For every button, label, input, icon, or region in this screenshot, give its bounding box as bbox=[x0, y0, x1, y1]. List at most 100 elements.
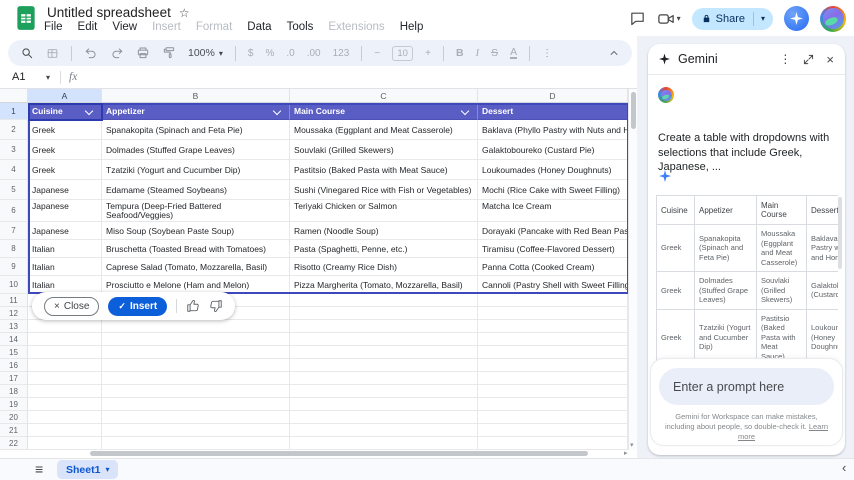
cell-A8[interactable]: Italian bbox=[28, 240, 102, 258]
more-formats-button[interactable]: 123 bbox=[333, 48, 350, 59]
header-cell-appetizer[interactable]: Appetizer bbox=[102, 103, 290, 120]
cell-D13[interactable] bbox=[478, 320, 628, 333]
row-header-18[interactable]: 18 bbox=[0, 385, 28, 398]
cell-B8[interactable]: Bruschetta (Toasted Bread with Tomatoes) bbox=[102, 240, 290, 258]
cell-A18[interactable] bbox=[28, 385, 102, 398]
cell-C13[interactable] bbox=[290, 320, 478, 333]
cell-D14[interactable] bbox=[478, 333, 628, 346]
cell-A14[interactable] bbox=[28, 333, 102, 346]
header-cell-main-course[interactable]: Main Course bbox=[290, 103, 478, 120]
cell-D21[interactable] bbox=[478, 424, 628, 437]
cell-B22[interactable] bbox=[102, 437, 290, 450]
cell-B6[interactable]: Tempura (Deep-Fried Battered Seafood/Veg… bbox=[102, 200, 290, 222]
menu-extensions[interactable]: Extensions bbox=[328, 21, 384, 33]
cell-B13[interactable] bbox=[102, 320, 290, 333]
menu-edit[interactable]: Edit bbox=[78, 21, 98, 33]
gemini-button[interactable] bbox=[784, 6, 809, 31]
cell-C19[interactable] bbox=[290, 398, 478, 411]
hide-menus-icon[interactable] bbox=[608, 47, 620, 59]
header-cell-cuisine[interactable]: Cuisine bbox=[28, 103, 102, 120]
cell-A22[interactable] bbox=[28, 437, 102, 450]
cell-A7[interactable]: Japanese bbox=[28, 222, 102, 240]
collapse-side-panel-icon[interactable]: ‹ bbox=[842, 460, 846, 475]
row-header-22[interactable]: 22 bbox=[0, 437, 28, 450]
dropdown-chevron-icon[interactable] bbox=[461, 107, 469, 115]
decrease-font-size-button[interactable]: − bbox=[374, 48, 380, 59]
prompt-input[interactable] bbox=[673, 380, 820, 394]
row-header-20[interactable]: 20 bbox=[0, 411, 28, 424]
cell-D11[interactable] bbox=[478, 294, 628, 307]
decrease-decimal-button[interactable]: .0 bbox=[286, 48, 294, 59]
zoom-control[interactable]: 100% ▾ bbox=[188, 47, 223, 59]
row-header-10[interactable]: 10 bbox=[0, 276, 28, 294]
print-icon[interactable] bbox=[136, 46, 150, 60]
cell-A17[interactable] bbox=[28, 372, 102, 385]
row-header-1[interactable]: 1 bbox=[0, 103, 28, 120]
cell-D10[interactable]: Cannoli (Pastry Shell with Sweet Filling… bbox=[478, 276, 628, 294]
cell-A6[interactable]: Japanese bbox=[28, 200, 102, 222]
cell-B19[interactable] bbox=[102, 398, 290, 411]
all-sheets-icon[interactable]: ≡ bbox=[35, 461, 43, 477]
cell-B16[interactable] bbox=[102, 359, 290, 372]
menu-data[interactable]: Data bbox=[247, 21, 271, 33]
header-cell-dessert[interactable]: Dessert bbox=[478, 103, 628, 120]
profile-avatar[interactable] bbox=[820, 6, 846, 32]
cell-D3[interactable]: Galaktoboureko (Custard Pie) bbox=[478, 140, 628, 160]
format-percent-button[interactable]: % bbox=[265, 48, 274, 59]
cell-C4[interactable]: Pastitsio (Baked Pasta with Meat Sauce) bbox=[290, 160, 478, 180]
scroll-down-arrow[interactable]: ▾ bbox=[630, 441, 634, 449]
italic-button[interactable]: I bbox=[476, 48, 480, 59]
row-header-11[interactable]: 11 bbox=[0, 294, 28, 307]
cell-C16[interactable] bbox=[290, 359, 478, 372]
cell-B2[interactable]: Spanakopita (Spinach and Feta Pie) bbox=[102, 120, 290, 140]
menu-file[interactable]: File bbox=[44, 21, 63, 33]
cell-D16[interactable] bbox=[478, 359, 628, 372]
cell-B4[interactable]: Tzatziki (Yogurt and Cucumber Dip) bbox=[102, 160, 290, 180]
column-header-B[interactable]: B bbox=[102, 89, 290, 103]
cell-C17[interactable] bbox=[290, 372, 478, 385]
row-header-15[interactable]: 15 bbox=[0, 346, 28, 359]
cell-C11[interactable] bbox=[290, 294, 478, 307]
row-header-2[interactable]: 2 bbox=[0, 120, 28, 140]
cell-B9[interactable]: Caprese Salad (Tomato, Mozzarella, Basil… bbox=[102, 258, 290, 276]
cell-D20[interactable] bbox=[478, 411, 628, 424]
row-header-14[interactable]: 14 bbox=[0, 333, 28, 346]
menu-help[interactable]: Help bbox=[400, 21, 424, 33]
cell-A2[interactable]: Greek bbox=[28, 120, 102, 140]
cell-D18[interactable] bbox=[478, 385, 628, 398]
paint-format-icon[interactable] bbox=[162, 46, 176, 60]
row-header-17[interactable]: 17 bbox=[0, 372, 28, 385]
filter-views-icon[interactable] bbox=[46, 47, 59, 60]
cell-B18[interactable] bbox=[102, 385, 290, 398]
cell-C6[interactable]: Teriyaki Chicken or Salmon bbox=[290, 200, 478, 222]
cell-D17[interactable] bbox=[478, 372, 628, 385]
close-panel-icon[interactable]: × bbox=[826, 52, 834, 67]
cell-A4[interactable]: Greek bbox=[28, 160, 102, 180]
cell-B3[interactable]: Dolmades (Stuffed Grape Leaves) bbox=[102, 140, 290, 160]
undo-icon[interactable] bbox=[84, 46, 98, 60]
row-header-9[interactable]: 9 bbox=[0, 258, 28, 276]
increase-decimal-button[interactable]: .00 bbox=[307, 48, 321, 59]
strikethrough-button[interactable]: S bbox=[491, 47, 498, 59]
menu-format[interactable]: Format bbox=[196, 21, 232, 33]
cell-B7[interactable]: Miso Soup (Soybean Paste Soup) bbox=[102, 222, 290, 240]
row-header-12[interactable]: 12 bbox=[0, 307, 28, 320]
column-header-C[interactable]: C bbox=[290, 89, 478, 103]
star-icon[interactable]: ☆ bbox=[179, 6, 190, 20]
cell-A16[interactable] bbox=[28, 359, 102, 372]
cell-A21[interactable] bbox=[28, 424, 102, 437]
menu-insert[interactable]: Insert bbox=[152, 21, 181, 33]
cell-C22[interactable] bbox=[290, 437, 478, 450]
dropdown-chevron-icon[interactable] bbox=[85, 107, 93, 115]
cell-B15[interactable] bbox=[102, 346, 290, 359]
horizontal-scrollbar[interactable]: ▸ bbox=[0, 450, 637, 458]
cell-C3[interactable]: Souvlaki (Grilled Skewers) bbox=[290, 140, 478, 160]
thumbs-up-icon[interactable] bbox=[186, 299, 200, 313]
cell-C12[interactable] bbox=[290, 307, 478, 320]
row-header-7[interactable]: 7 bbox=[0, 222, 28, 240]
row-header-19[interactable]: 19 bbox=[0, 398, 28, 411]
cell-A13[interactable] bbox=[28, 320, 102, 333]
redo-icon[interactable] bbox=[110, 46, 124, 60]
bold-button[interactable]: B bbox=[456, 47, 464, 59]
cell-C2[interactable]: Moussaka (Eggplant and Meat Casserole) bbox=[290, 120, 478, 140]
